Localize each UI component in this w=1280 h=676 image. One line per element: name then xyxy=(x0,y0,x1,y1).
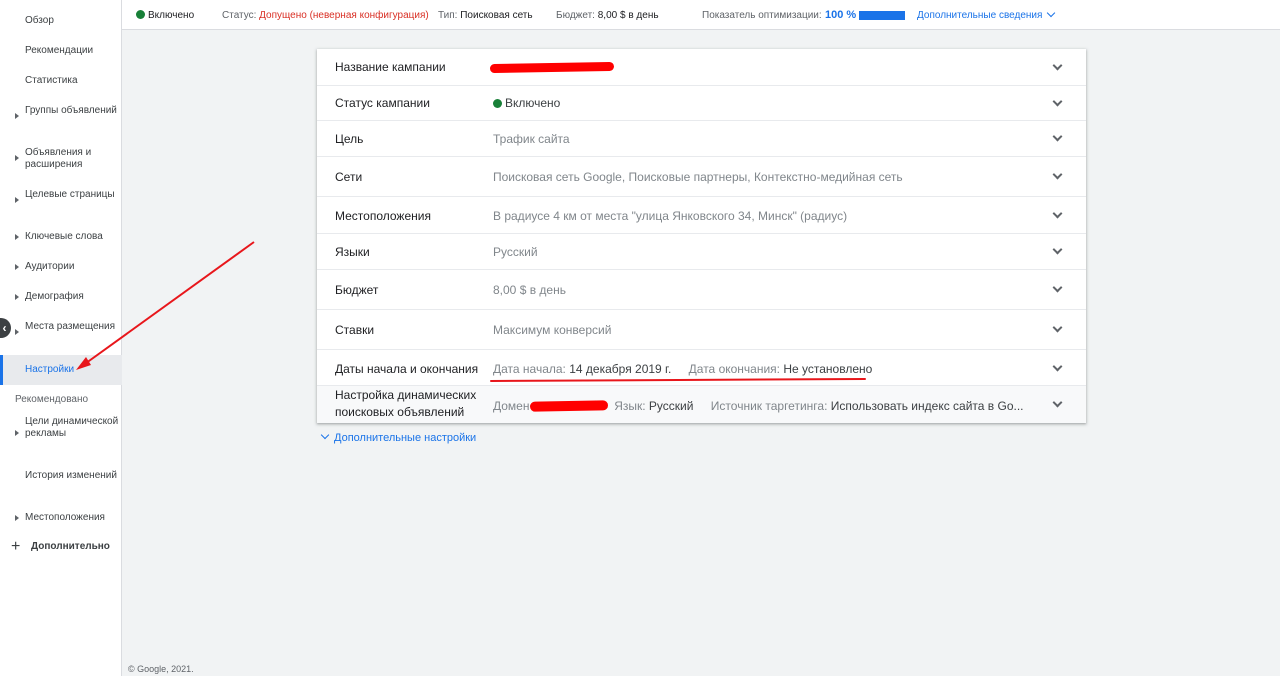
sidebar-item-keywords[interactable]: Ключевые слова xyxy=(0,231,122,245)
caret-right-icon xyxy=(15,294,19,300)
campaign-status-bar: Включено Статус: Допущено (неверная конф… xyxy=(122,0,1280,30)
setting-row-languages[interactable]: Языки Русский xyxy=(317,234,1086,270)
chevron-down-icon xyxy=(1047,8,1056,18)
setting-row-campaign-status[interactable]: Статус кампании Включено xyxy=(317,86,1086,121)
sidebar-item-more[interactable]: + Дополнительно xyxy=(0,538,122,555)
caret-right-icon xyxy=(15,155,19,161)
chevron-down-icon xyxy=(320,430,330,440)
sidebar-nav: Обзор Рекомендации Статистика Группы объ… xyxy=(0,0,122,676)
chevron-down-icon xyxy=(1052,131,1063,142)
caret-right-icon xyxy=(15,197,19,203)
caret-right-icon xyxy=(15,113,19,119)
chevron-down-icon xyxy=(1052,169,1063,180)
additional-settings-link[interactable]: Дополнительные настройки xyxy=(320,430,476,444)
sidebar-item-audiences[interactable]: Аудитории xyxy=(0,261,122,275)
caret-right-icon xyxy=(15,329,19,335)
sidebar-item-statistics[interactable]: Статистика xyxy=(0,75,122,89)
section-label-recommended: Рекомендовано xyxy=(15,394,89,405)
chevron-down-icon xyxy=(1052,282,1063,293)
setting-row-dynamic-search-ads[interactable]: Настройка динамических поисковых объявле… xyxy=(317,386,1086,423)
chevron-down-icon xyxy=(1052,361,1063,372)
caret-right-icon xyxy=(15,430,19,436)
plus-icon: + xyxy=(11,538,21,555)
setting-row-campaign-name[interactable]: Название кампании xyxy=(317,49,1086,86)
type-info: Тип: Поисковая сеть xyxy=(438,10,533,21)
sidebar-item-placements[interactable]: Места размещения xyxy=(0,321,122,347)
sidebar-item-landing-pages[interactable]: Целевые страницы xyxy=(0,189,122,215)
caret-right-icon xyxy=(15,234,19,240)
setting-row-dates[interactable]: Даты начала и окончания Дата начала: 14 … xyxy=(317,350,1086,386)
green-dot-icon xyxy=(136,10,145,19)
redacted-domain xyxy=(529,400,609,412)
optimization-score-bar xyxy=(859,11,905,20)
sidebar-item-ad-groups[interactable]: Группы объявлений xyxy=(0,105,122,131)
chevron-down-icon xyxy=(1052,244,1063,255)
optimization-score[interactable]: 100 % xyxy=(825,9,856,21)
sidebar-item-ads-extensions[interactable]: Объявления и расширения xyxy=(0,147,122,173)
chevron-down-icon xyxy=(1052,208,1063,219)
budget-info: Бюджет: 8,00 $ в день xyxy=(556,10,659,21)
sidebar-item-settings[interactable]: Настройки xyxy=(0,355,122,385)
sidebar-item-change-history[interactable]: История изменений xyxy=(0,470,122,496)
redacted-campaign-name xyxy=(489,61,615,74)
sidebar-item-locations[interactable]: Местоположения xyxy=(0,512,122,526)
green-dot-icon xyxy=(493,99,502,108)
caret-right-icon xyxy=(15,515,19,521)
chevron-down-icon xyxy=(1052,397,1063,408)
chevron-down-icon xyxy=(1052,96,1063,107)
active-indicator xyxy=(0,355,3,385)
chevron-down-icon xyxy=(1052,322,1063,333)
sidebar-item-demographics[interactable]: Демография xyxy=(0,291,122,305)
status-info: Статус: Допущено (неверная конфигурация) xyxy=(222,10,429,21)
setting-row-goal[interactable]: Цель Трафик сайта xyxy=(317,121,1086,157)
sidebar-item-overview[interactable]: Обзор xyxy=(0,15,122,29)
optimization-label: Показатель оптимизации: xyxy=(702,10,822,21)
setting-row-locations[interactable]: Местоположения В радиусе 4 км от места "… xyxy=(317,197,1086,234)
chevron-down-icon xyxy=(1052,60,1063,71)
footer-copyright: © Google, 2021. xyxy=(128,664,194,674)
more-details-link[interactable]: Дополнительные сведения xyxy=(917,8,1056,21)
sidebar-item-dynamic-ad-targets[interactable]: Цели динамической рекламы xyxy=(0,416,122,454)
setting-row-bidding[interactable]: Ставки Максимум конверсий xyxy=(317,310,1086,350)
enabled-status[interactable]: Включено xyxy=(136,10,194,21)
sidebar-item-recommendations[interactable]: Рекомендации xyxy=(0,45,122,59)
annotation-underline xyxy=(489,378,867,382)
campaign-settings-card: Название кампании Статус кампании Включе… xyxy=(317,49,1086,423)
setting-row-networks[interactable]: Сети Поисковая сеть Google, Поисковые па… xyxy=(317,157,1086,197)
setting-row-budget[interactable]: Бюджет 8,00 $ в день xyxy=(317,270,1086,310)
caret-right-icon xyxy=(15,264,19,270)
